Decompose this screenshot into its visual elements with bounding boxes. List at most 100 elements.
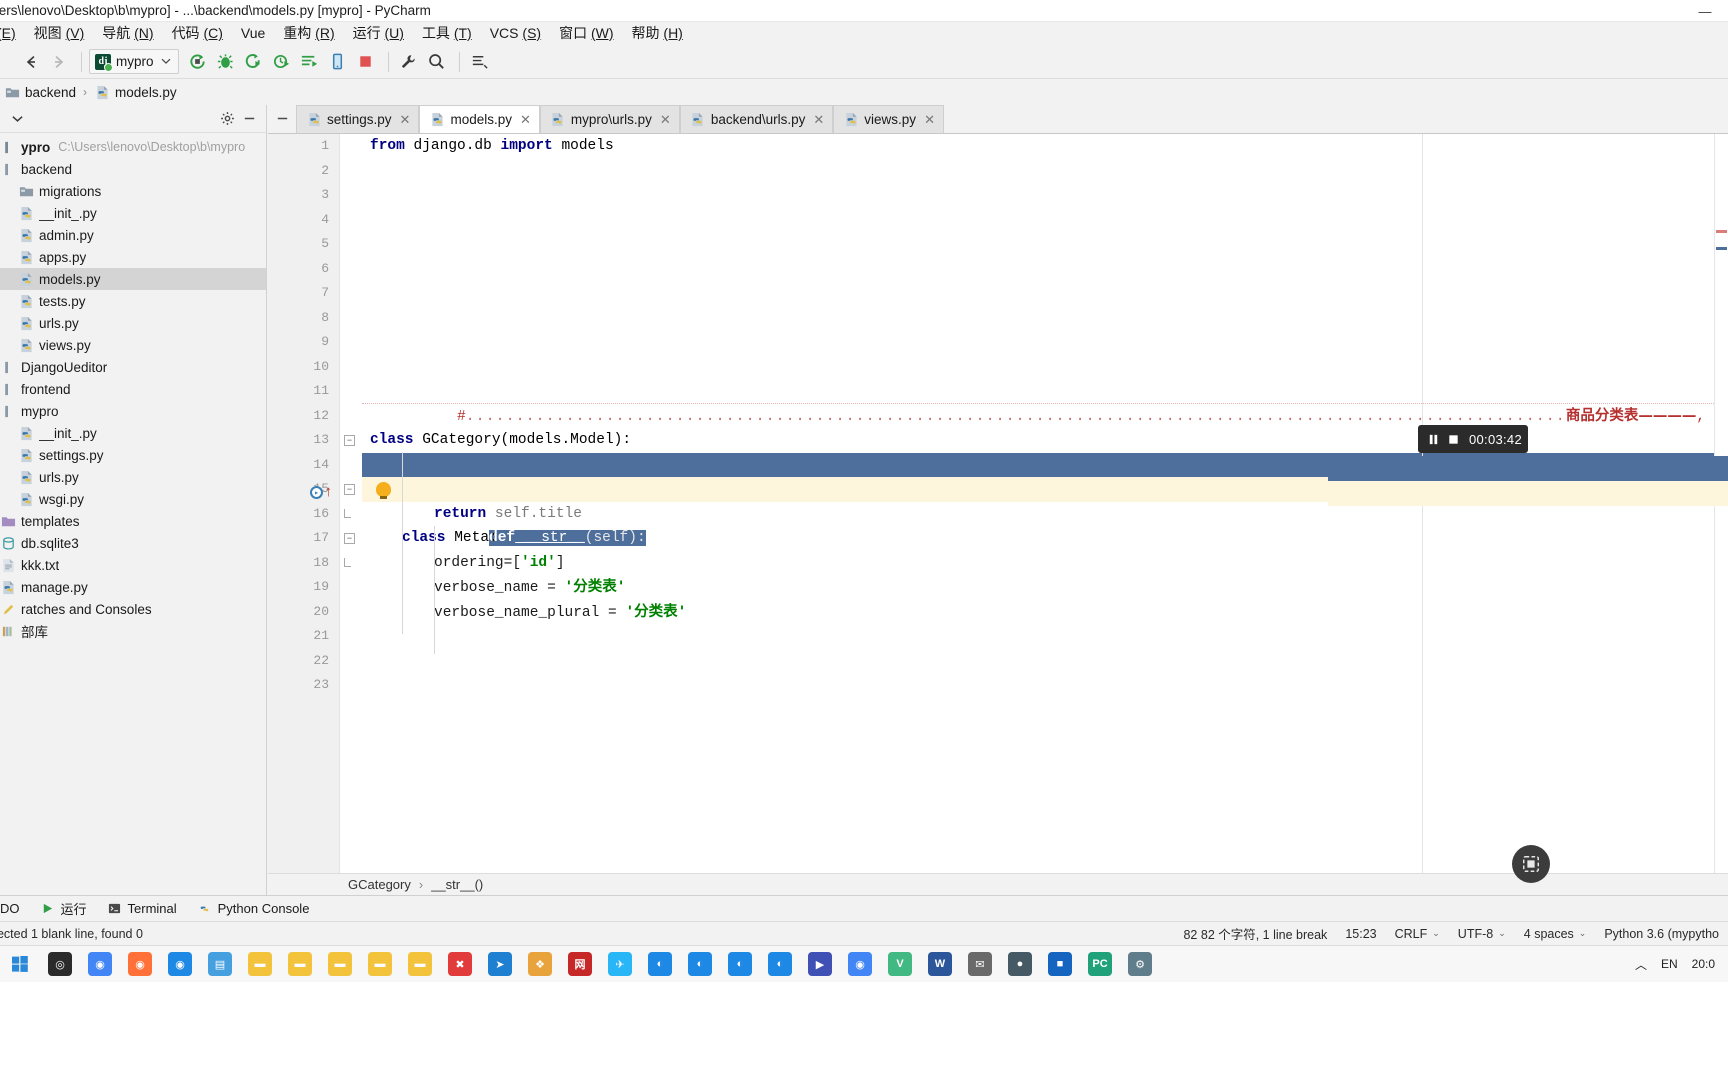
tree-item--init-py[interactable]: __init_.py	[0, 202, 266, 224]
line-number[interactable]: 16	[268, 502, 339, 527]
edge2-icon[interactable]: ◐	[680, 946, 720, 982]
tree-item-urls-py[interactable]: urls.py	[0, 466, 266, 488]
run-with-console-icon[interactable]	[297, 49, 323, 75]
browser-icon[interactable]: ◉	[160, 946, 200, 982]
tree-item-djangoueditor[interactable]: DjangoUeditor	[0, 356, 266, 378]
chrome2-icon[interactable]: ◉	[840, 946, 880, 982]
menu-vue[interactable]: Vue	[232, 22, 274, 45]
menu-window[interactable]: 窗口 (W)	[550, 22, 622, 45]
edge3-icon[interactable]: ◐	[720, 946, 760, 982]
menu-code[interactable]: 代码 (C)	[163, 22, 232, 45]
file-encoding[interactable]: UTF-8 ⌄	[1449, 927, 1515, 941]
line-number[interactable]: 12	[268, 404, 339, 429]
screenshot-button[interactable]	[1512, 845, 1550, 883]
close-icon[interactable]: ✕	[400, 112, 411, 128]
tree-item-migrations[interactable]: migrations	[0, 180, 266, 202]
search-everywhere-icon[interactable]	[424, 49, 450, 75]
line-number[interactable]: 2	[268, 159, 339, 184]
line-number[interactable]: 8	[268, 306, 339, 331]
menu-help[interactable]: 帮助 (H)	[623, 22, 692, 45]
bottom-breadcrumb-class[interactable]: GCategory	[348, 877, 411, 892]
editor-tab-models-py[interactable]: models.py ✕	[419, 105, 540, 133]
profile-icon[interactable]	[269, 49, 295, 75]
folder3-icon[interactable]: ▬	[320, 946, 360, 982]
tree-item-kkk-txt[interactable]: kkk.txt	[0, 554, 266, 576]
search-icon[interactable]: ◎	[40, 946, 80, 982]
line-number[interactable]: 10	[268, 355, 339, 380]
line-number[interactable]: 14	[268, 453, 339, 478]
clock[interactable]: 20:0	[1685, 957, 1722, 971]
menu-navigate[interactable]: 导航 (N)	[93, 22, 162, 45]
tree-item-settings-py[interactable]: settings.py	[0, 444, 266, 466]
line-separator[interactable]: CRLF ⌄	[1386, 927, 1449, 941]
tool-window-todo[interactable]: DO	[0, 896, 30, 922]
line-number[interactable]: 22	[268, 649, 339, 674]
fold-marker-meta[interactable]: −	[344, 533, 355, 544]
menu-run[interactable]: 运行 (U)	[344, 22, 413, 45]
tree-item-wsgi-py[interactable]: wsgi.py	[0, 488, 266, 510]
folder4-icon[interactable]: ▬	[360, 946, 400, 982]
vue-icon[interactable]: V	[880, 946, 920, 982]
line-number[interactable]: 20	[268, 600, 339, 625]
tool-window-terminal[interactable]: Terminal	[97, 896, 187, 922]
stop-icon[interactable]	[1443, 429, 1462, 449]
windows-start-icon[interactable]	[0, 946, 40, 982]
minimize-button[interactable]: —	[1686, 0, 1724, 22]
selection-marker[interactable]	[1716, 247, 1727, 250]
fold-marker-class[interactable]: −	[344, 435, 355, 446]
camera-icon[interactable]: ●	[1000, 946, 1040, 982]
device-manager-icon[interactable]	[325, 49, 351, 75]
pycharm-icon[interactable]: PC	[1080, 946, 1120, 982]
edge1-icon[interactable]: ◐	[640, 946, 680, 982]
notifications-icon[interactable]	[467, 49, 493, 75]
settings-icon[interactable]: ⚙	[1120, 946, 1160, 982]
tool-window-run[interactable]: 运行	[30, 896, 97, 922]
back-icon[interactable]	[18, 49, 44, 75]
screen-recorder-widget[interactable]: 00:03:42	[1418, 425, 1528, 453]
close-icon[interactable]: ✕	[813, 112, 824, 128]
line-number[interactable]: 6	[268, 257, 339, 282]
tree-item--[interactable]: 部库	[0, 620, 266, 642]
python-interpreter[interactable]: Python 3.6 (mypytho	[1595, 927, 1728, 941]
xmind-icon[interactable]: ✖	[440, 946, 480, 982]
tree-item-ypro[interactable]: ypro C:\Users\lenovo\Desktop\b\mypro	[0, 136, 266, 158]
line-number[interactable]: 1	[268, 134, 339, 159]
close-icon[interactable]: ✕	[520, 112, 531, 128]
line-number[interactable]: 4	[268, 208, 339, 233]
line-number[interactable]: 23	[268, 673, 339, 698]
line-number[interactable]: 5	[268, 232, 339, 257]
caret-position[interactable]: 15:23	[1336, 927, 1385, 941]
editor-tab-settings-py[interactable]: settings.py ✕	[296, 105, 420, 133]
tree-item-tests-py[interactable]: tests.py	[0, 290, 266, 312]
tree-item-models-py[interactable]: models.py	[0, 268, 266, 290]
editor-tab-backend-urls-py[interactable]: backend\urls.py ✕	[679, 105, 834, 133]
tool-window-python-console[interactable]: Python Console	[187, 896, 320, 922]
hide-panel-icon[interactable]	[238, 108, 260, 130]
vscode-icon[interactable]: ➤	[480, 946, 520, 982]
line-number[interactable]: 17	[268, 526, 339, 551]
settings-icon[interactable]	[396, 49, 422, 75]
chevron-down-icon[interactable]	[6, 108, 28, 130]
slack-icon[interactable]: ❖	[520, 946, 560, 982]
line-number[interactable]: 21	[268, 624, 339, 649]
line-number[interactable]: 18	[268, 551, 339, 576]
explorer-icon[interactable]: ▤	[200, 946, 240, 982]
intention-bulb-icon[interactable]	[376, 482, 391, 499]
menu-view[interactable]: 视图 (V)	[25, 22, 94, 45]
tray-up-icon[interactable]: ︿	[1628, 956, 1654, 973]
mail-icon[interactable]: ✉	[960, 946, 1000, 982]
tree-item-backend[interactable]: backend	[0, 158, 266, 180]
line-number[interactable]: 19	[268, 575, 339, 600]
indent-setting[interactable]: 4 spaces ⌄	[1515, 927, 1596, 941]
tree-item-templates[interactable]: templates	[0, 510, 266, 532]
stop-icon[interactable]	[353, 49, 379, 75]
pause-icon[interactable]	[1424, 429, 1443, 449]
close-icon[interactable]: ✕	[660, 112, 671, 128]
menu-refactor[interactable]: 重构 (R)	[274, 22, 343, 45]
folder5-icon[interactable]: ▬	[400, 946, 440, 982]
run-gutter-icon[interactable]: ▸	[310, 486, 323, 499]
telegram-icon[interactable]: ✈	[600, 946, 640, 982]
tree-item-frontend[interactable]: frontend	[0, 378, 266, 400]
folder2-icon[interactable]: ▬	[280, 946, 320, 982]
netease-icon[interactable]: 网	[560, 946, 600, 982]
